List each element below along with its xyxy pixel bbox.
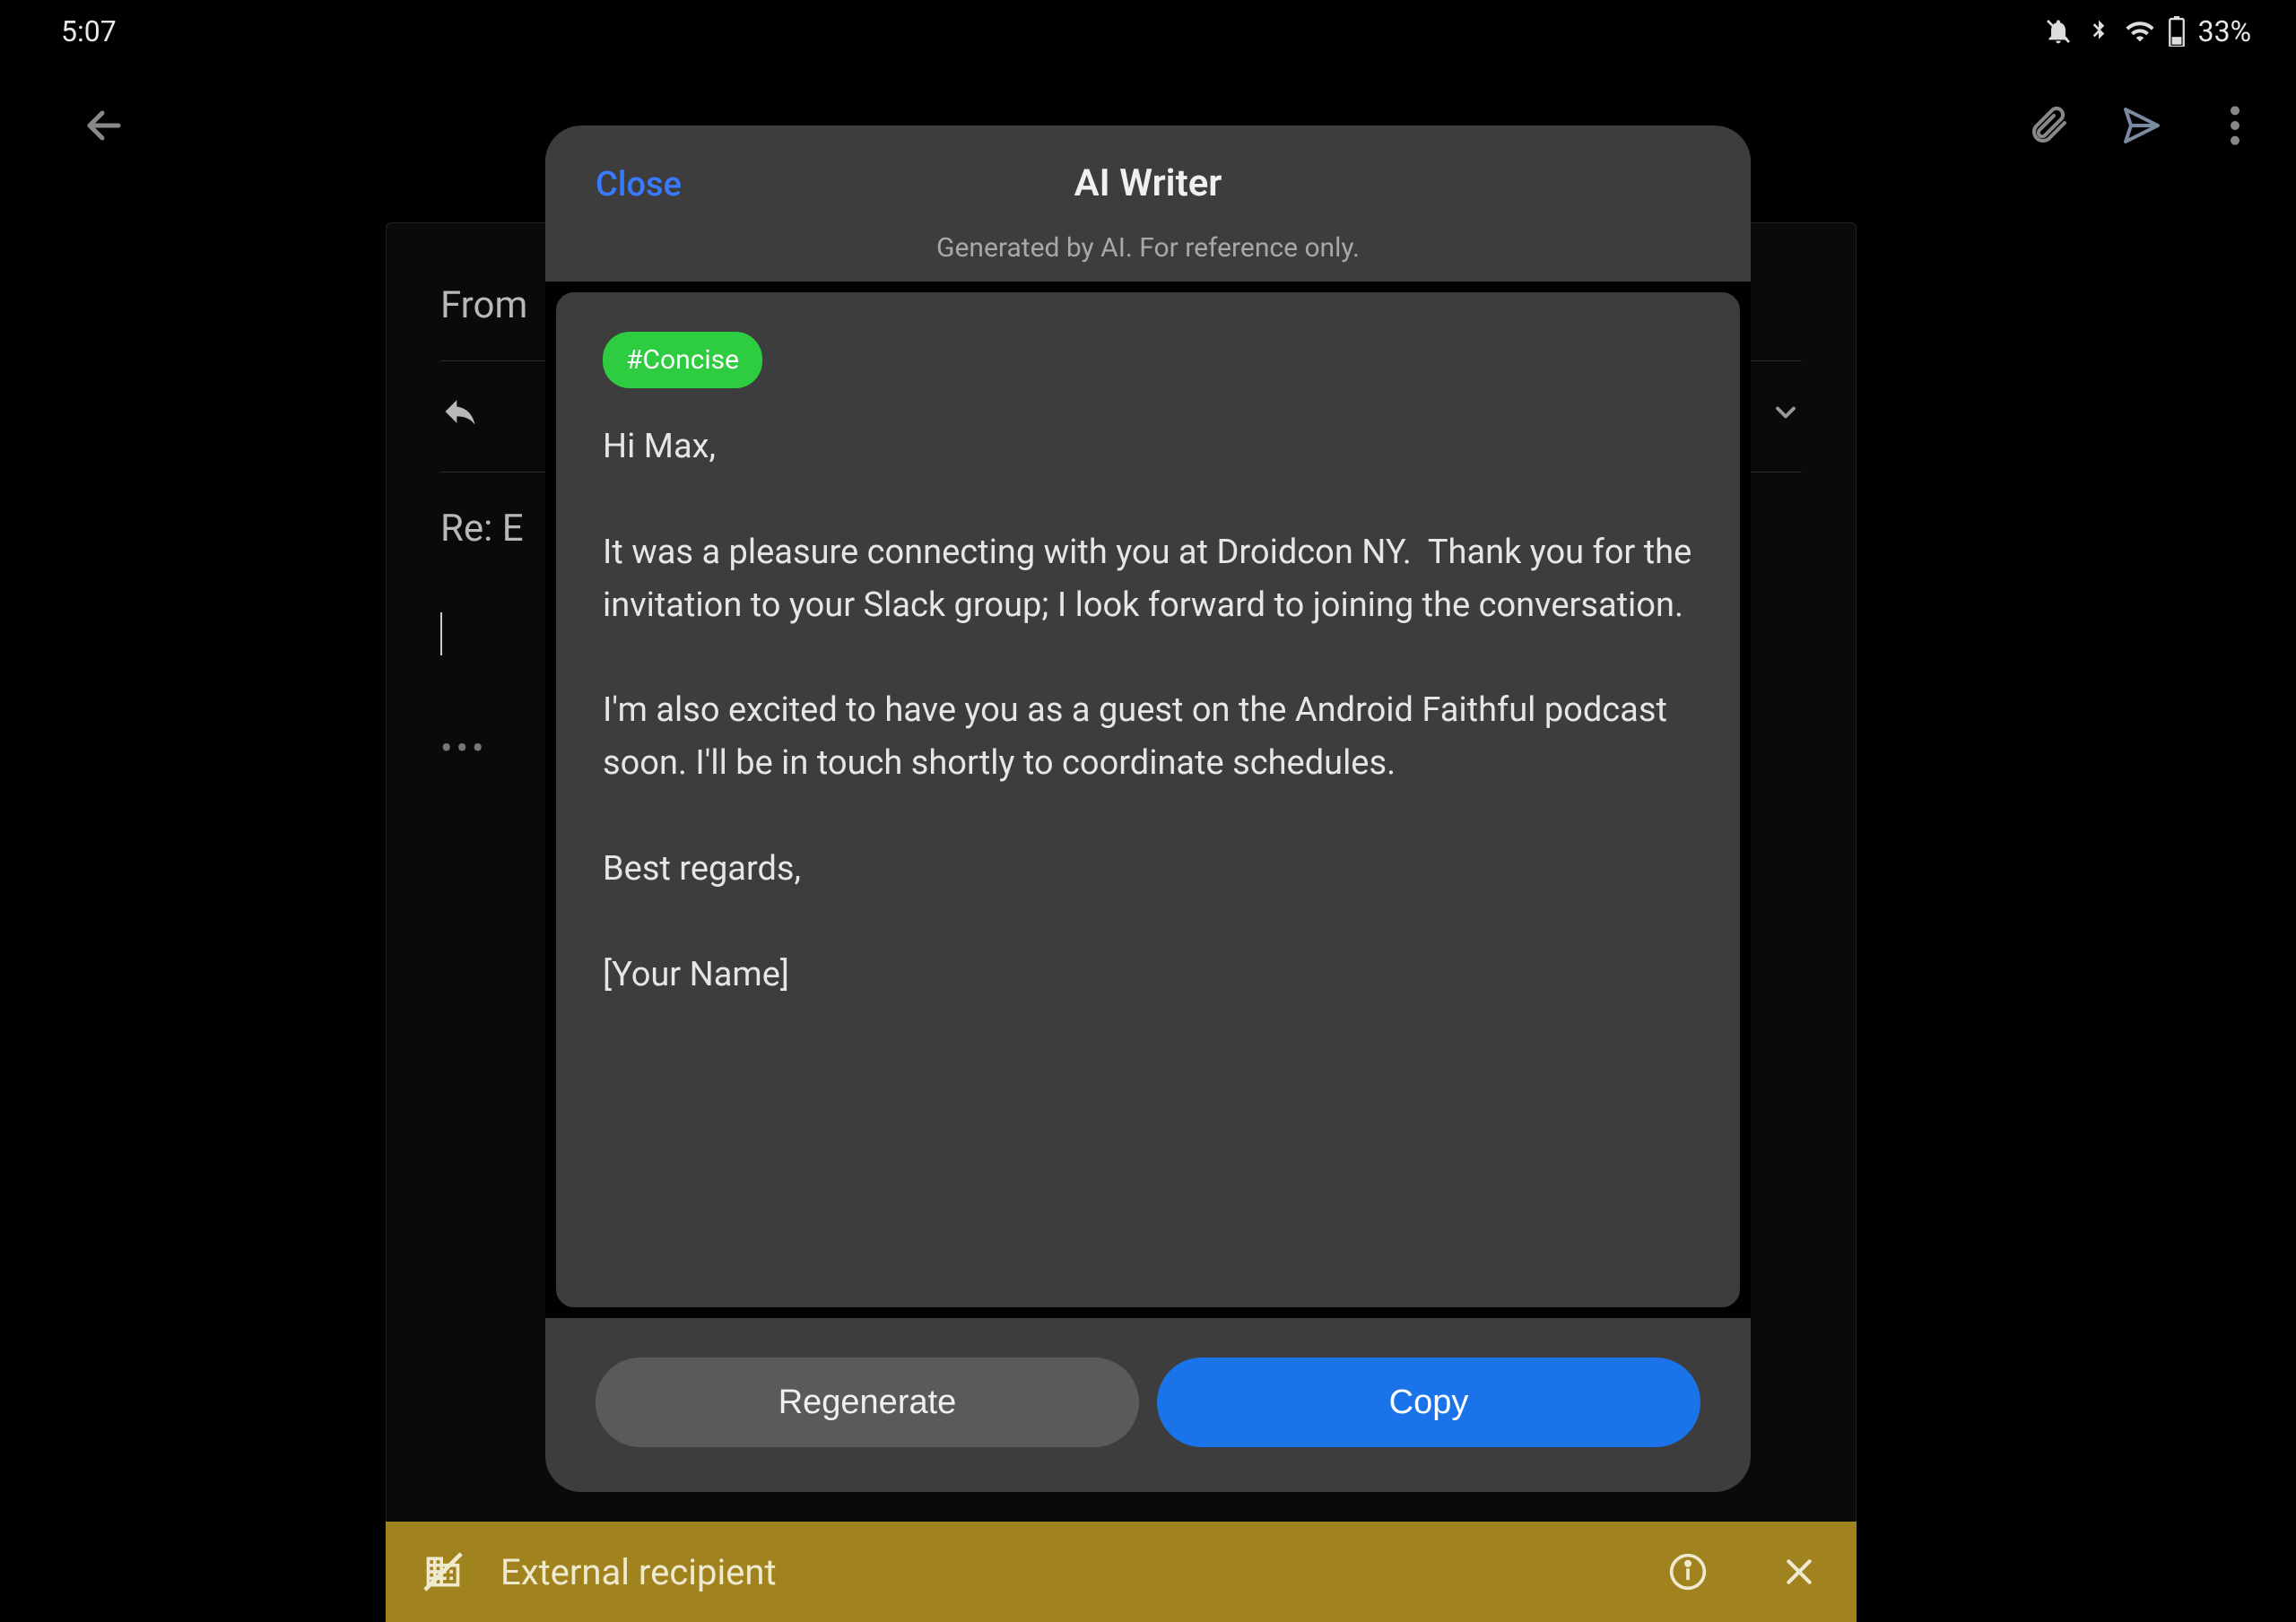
external-domain-icon — [422, 1550, 465, 1593]
concise-tag: #Concise — [603, 332, 762, 388]
ai-writer-modal: Close AI Writer Generated by AI. For ref… — [545, 126, 1751, 1492]
modal-subtitle: Generated by AI. For reference only. — [596, 232, 1700, 264]
close-button[interactable]: Close — [596, 165, 682, 204]
reply-icon — [440, 392, 480, 441]
modal-title: AI Writer — [596, 161, 1700, 205]
banner-info-button[interactable] — [1666, 1550, 1709, 1593]
wifi-icon — [2125, 16, 2155, 47]
modal-footer: Regenerate Copy — [545, 1318, 1751, 1492]
copy-button[interactable]: Copy — [1157, 1357, 1700, 1447]
external-recipient-banner: External recipient — [386, 1522, 1857, 1622]
from-label: From — [440, 283, 527, 327]
battery-percent: 33% — [2198, 14, 2251, 48]
modal-body: #Concise Hi Max, It was a pleasure conne… — [556, 292, 1740, 1307]
send-button[interactable] — [2117, 100, 2167, 151]
expand-recipients-button[interactable] — [1770, 395, 1802, 438]
status-time: 5:07 — [61, 14, 117, 48]
banner-close-button[interactable] — [1778, 1550, 1821, 1593]
status-bar: 5:07 33% — [0, 0, 2296, 63]
modal-body-wrap: #Concise Hi Max, It was a pleasure conne… — [545, 282, 1751, 1318]
modal-header: Close AI Writer Generated by AI. For ref… — [545, 126, 1751, 282]
attachment-button[interactable] — [2023, 100, 2074, 151]
generated-text: Hi Max, It was a pleasure connecting wit… — [603, 421, 1693, 1002]
external-recipient-label: External recipient — [500, 1551, 777, 1593]
subject-text: Re: E — [440, 507, 524, 551]
back-button[interactable] — [79, 100, 129, 151]
bluetooth-icon — [2085, 18, 2112, 45]
notifications-off-icon — [2044, 17, 2073, 46]
more-button[interactable] — [2210, 100, 2260, 151]
regenerate-button[interactable]: Regenerate — [596, 1357, 1139, 1447]
battery-icon — [2168, 16, 2186, 47]
text-cursor — [440, 612, 442, 655]
status-right: 33% — [2044, 14, 2251, 48]
